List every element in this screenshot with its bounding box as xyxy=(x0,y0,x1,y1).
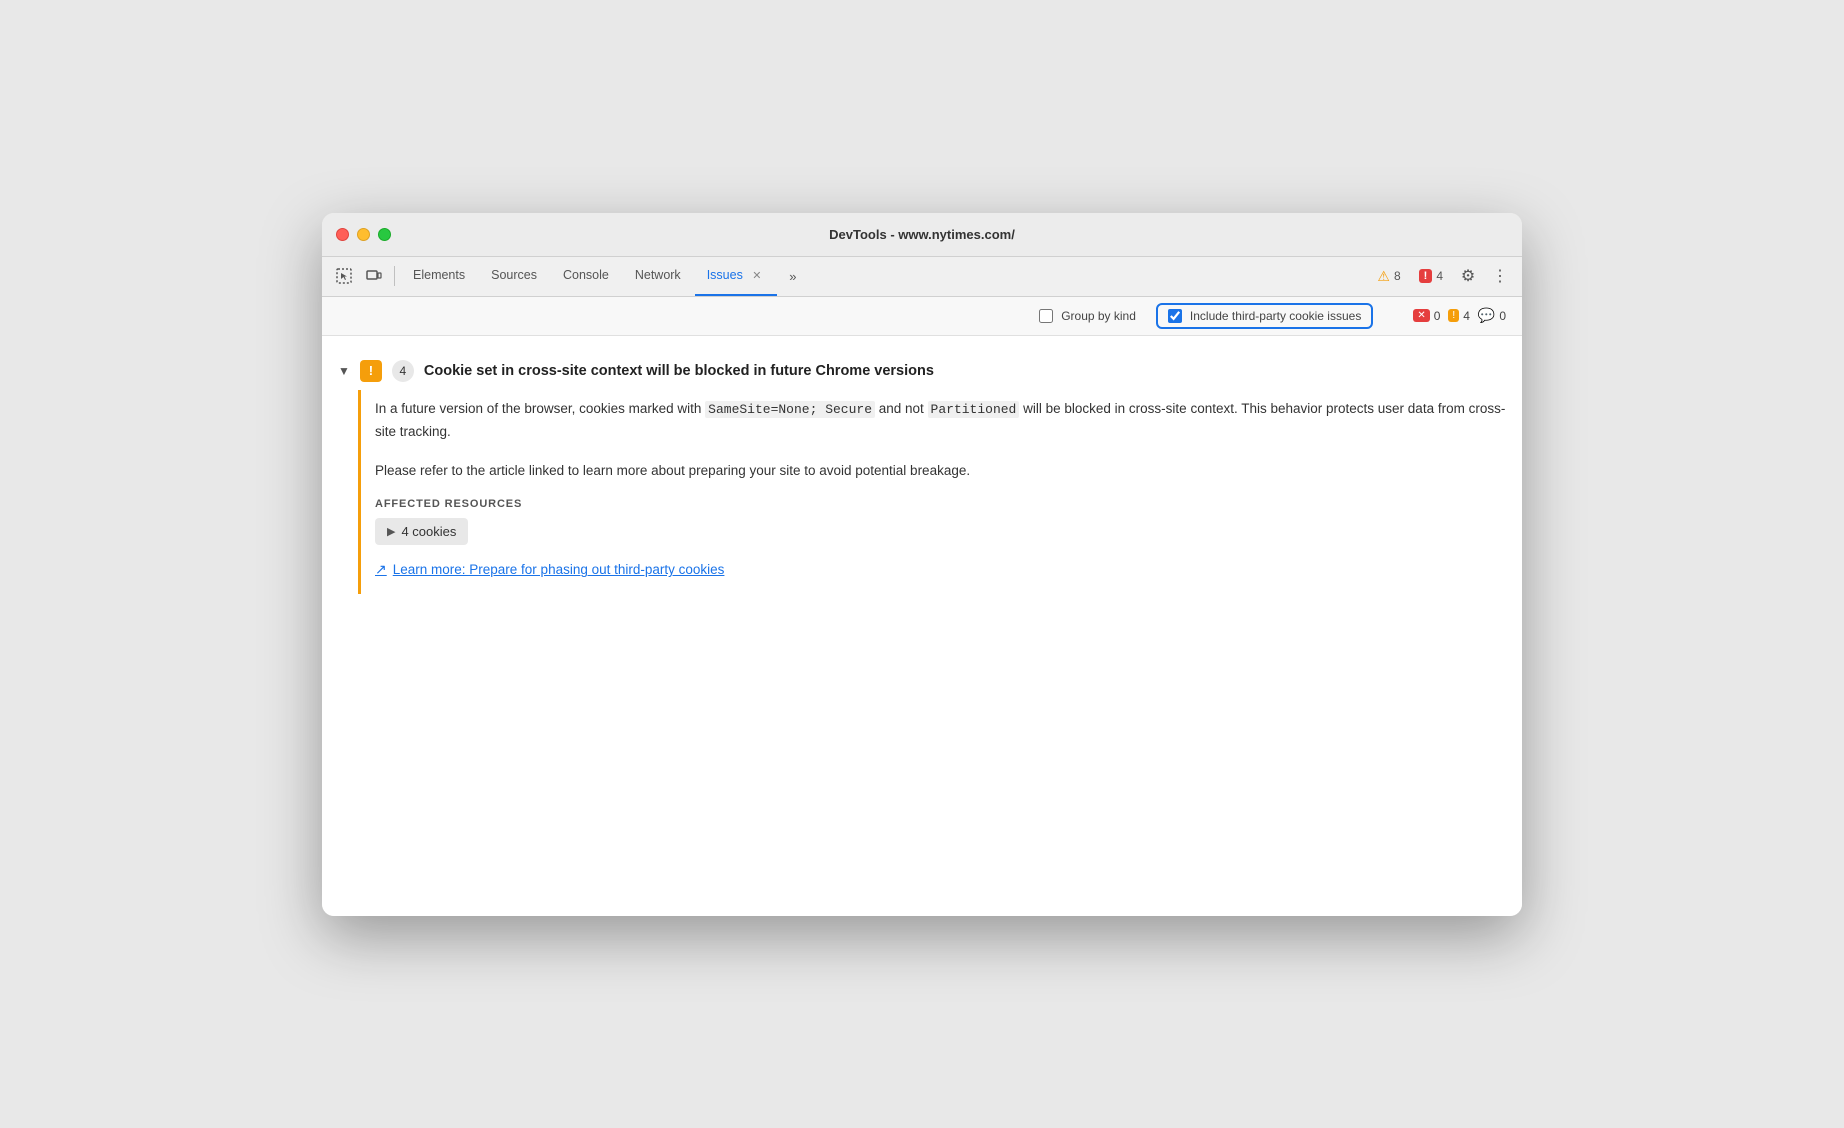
external-link-icon: ↗ xyxy=(375,561,387,578)
devtools-window: DevTools - www.nytimes.com/ Elements Sou… xyxy=(322,213,1522,916)
issue-description-2: Please refer to the article linked to le… xyxy=(375,460,1506,483)
minimize-button[interactable] xyxy=(357,228,370,241)
error-square-icon: ! xyxy=(1419,269,1433,283)
gear-icon: ⚙ xyxy=(1461,266,1475,286)
tab-issues-close[interactable]: ✕ xyxy=(749,267,765,283)
more-options-button[interactable]: ⋮ xyxy=(1486,262,1514,290)
warning-count-button[interactable]: ⚠ 8 xyxy=(1370,265,1407,288)
devtools-toolbar: Elements Sources Console Network Issues … xyxy=(322,257,1522,297)
issue-title: Cookie set in cross-site context will be… xyxy=(424,363,934,379)
traffic-lights xyxy=(336,228,391,241)
warning-count-icon: ! xyxy=(1448,309,1459,322)
error-count-button[interactable]: ! 4 xyxy=(1412,266,1450,286)
toolbar-divider xyxy=(394,266,395,286)
close-button[interactable] xyxy=(336,228,349,241)
warning-triangle-icon: ⚠ xyxy=(1377,268,1390,285)
issues-count-area: ✕ 0 ! 4 💬 0 xyxy=(1413,307,1506,324)
cookies-toggle-label: 4 cookies xyxy=(401,524,456,539)
main-content: ▼ ! 4 Cookie set in cross-site context w… xyxy=(322,336,1522,916)
tab-issues[interactable]: Issues ✕ xyxy=(695,256,777,296)
issue-count-badge: 4 xyxy=(392,360,414,382)
issue-warning-badge: ! xyxy=(360,360,382,382)
tab-elements[interactable]: Elements xyxy=(401,256,477,296)
cookies-toggle[interactable]: ▶ 4 cookies xyxy=(375,518,468,545)
group-by-kind-label: Group by kind xyxy=(1061,309,1136,323)
issues-filter-bar: Group by kind Include third-party cookie… xyxy=(322,297,1522,336)
tab-network[interactable]: Network xyxy=(623,256,693,296)
cookies-toggle-arrow-icon: ▶ xyxy=(387,525,395,538)
group-by-kind-checkbox[interactable] xyxy=(1039,309,1053,323)
info-count-badge: 💬 0 xyxy=(1478,307,1506,324)
more-tabs-button[interactable]: » xyxy=(779,262,807,290)
toolbar-right: ⚠ 8 ! 4 ⚙ ⋮ xyxy=(1370,262,1514,290)
collapse-arrow-icon[interactable]: ▼ xyxy=(338,364,350,378)
info-count-icon: 💬 xyxy=(1478,307,1495,324)
settings-button[interactable]: ⚙ xyxy=(1454,262,1482,290)
kebab-menu-icon: ⋮ xyxy=(1492,266,1508,286)
include-third-party-checkbox[interactable] xyxy=(1168,309,1182,323)
learn-more-label: Learn more: Prepare for phasing out thir… xyxy=(393,562,725,577)
warning-count-badge: ! 4 xyxy=(1448,309,1469,323)
group-by-kind-filter: Group by kind xyxy=(1039,309,1136,323)
window-title: DevTools - www.nytimes.com/ xyxy=(829,227,1015,242)
tab-sources[interactable]: Sources xyxy=(479,256,549,296)
learn-more-link[interactable]: ↗ Learn more: Prepare for phasing out th… xyxy=(375,561,1506,578)
device-toggle-button[interactable] xyxy=(360,262,388,290)
issue-body: In a future version of the browser, cook… xyxy=(358,390,1506,595)
issue-header[interactable]: ▼ ! 4 Cookie set in cross-site context w… xyxy=(338,352,1506,390)
include-third-party-filter-group: Include third-party cookie issues xyxy=(1156,303,1373,329)
maximize-button[interactable] xyxy=(378,228,391,241)
issue-group: ▼ ! 4 Cookie set in cross-site context w… xyxy=(322,352,1522,595)
include-third-party-label: Include third-party cookie issues xyxy=(1190,309,1361,323)
error-count-icon: ✕ xyxy=(1413,309,1429,322)
issue-description-1: In a future version of the browser, cook… xyxy=(375,398,1506,444)
tab-console[interactable]: Console xyxy=(551,256,621,296)
affected-resources-label: AFFECTED RESOURCES xyxy=(375,498,1506,510)
cursor-icon-button[interactable] xyxy=(330,262,358,290)
error-count-badge: ✕ 0 xyxy=(1413,309,1440,323)
title-bar: DevTools - www.nytimes.com/ xyxy=(322,213,1522,257)
